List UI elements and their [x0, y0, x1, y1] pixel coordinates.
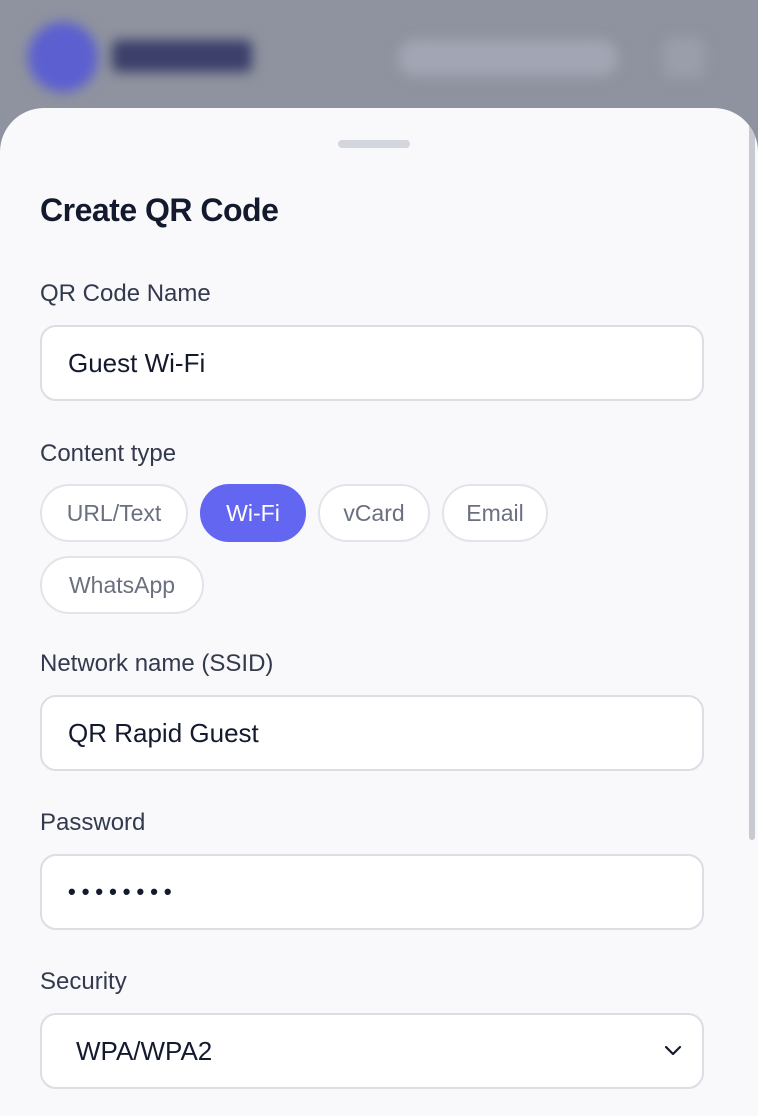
- background-logo-icon: [28, 22, 98, 92]
- qr-name-input[interactable]: Guest Wi-Fi: [40, 325, 704, 401]
- qr-name-label: QR Code Name: [40, 280, 211, 307]
- background-menu-icon: [664, 38, 704, 78]
- screen: Create QR Code QR Code Name Guest Wi-Fi …: [0, 0, 758, 1116]
- create-qr-bottom-sheet: Create QR Code QR Code Name Guest Wi-Fi …: [0, 108, 758, 1116]
- password-label: Password: [40, 809, 146, 836]
- content-type-chip-vcard[interactable]: vCard: [318, 484, 430, 542]
- chevron-down-icon: [662, 1040, 684, 1062]
- sheet-drag-handle[interactable]: [338, 140, 410, 148]
- ssid-label: Network name (SSID): [40, 650, 274, 677]
- background-app-name: [112, 40, 252, 72]
- sheet-scrollbar[interactable]: [746, 108, 758, 1116]
- security-label: Security: [40, 968, 127, 995]
- background-header-button: [398, 40, 618, 76]
- content-type-chip-email[interactable]: Email: [442, 484, 548, 542]
- content-type-chip-whatsapp[interactable]: WhatsApp: [40, 556, 204, 614]
- security-select[interactable]: WPA/WPA2: [40, 1013, 704, 1089]
- ssid-input[interactable]: QR Rapid Guest: [40, 695, 704, 771]
- scrollbar-thumb[interactable]: [749, 112, 755, 840]
- content-type-chip-url-text[interactable]: URL/Text: [40, 484, 188, 542]
- security-selected-value: WPA/WPA2: [76, 1035, 213, 1066]
- content-type-chip-wifi[interactable]: Wi-Fi: [200, 484, 306, 542]
- password-input[interactable]: ••••••••: [40, 854, 704, 930]
- sheet-title: Create QR Code: [40, 192, 279, 228]
- content-type-label: Content type: [40, 440, 177, 467]
